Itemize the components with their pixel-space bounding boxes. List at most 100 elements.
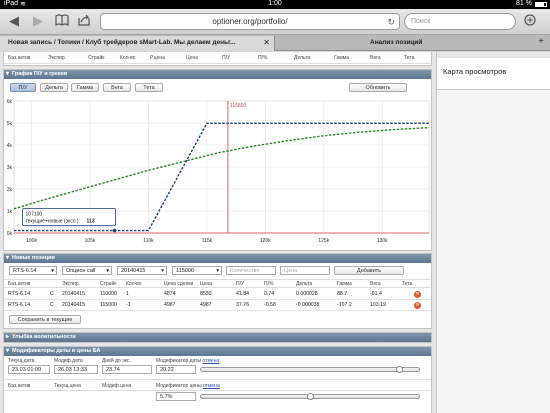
- date-reset-link[interactable]: отмена: [203, 358, 220, 364]
- chevron-down-icon: ▾: [106, 268, 109, 274]
- positions-table-body: RTS-6.14 C 20140415 110000 1 4874 8530 41.84 0.7…: [4, 289, 431, 311]
- column-header: Страйк: [88, 55, 105, 61]
- delete-row-icon[interactable]: ✕: [414, 291, 421, 298]
- slider-handle[interactable]: [307, 393, 314, 400]
- view-map-title: Карта просмотров: [443, 67, 507, 76]
- table-cell: -91.4: [370, 291, 382, 297]
- quantity-input[interactable]: Количество: [226, 266, 276, 275]
- y-tick-label: 5k: [7, 121, 13, 127]
- tab-position-analysis[interactable]: Анализ позиций: [362, 36, 532, 51]
- table-cell: -0.000038: [296, 302, 320, 308]
- table-row[interactable]: RTS-6.14 C 20140415 110000 1 4874 8530 41.84 0.7…: [4, 289, 431, 300]
- table-cell: RTS-6.14: [8, 291, 31, 297]
- column-header: Баз.актив: [8, 281, 31, 287]
- view-map-box: Карта просмотров: [437, 58, 550, 90]
- expiry-select[interactable]: 20140415 ▾: [117, 266, 167, 275]
- search-field[interactable]: Поиск: [404, 13, 516, 30]
- asset-select[interactable]: RTS-6.14 ▾: [9, 266, 57, 275]
- y-tick-label: 2k: [7, 187, 13, 193]
- divider: [4, 379, 431, 380]
- new-positions-panel: Новые позиции RTS-6.14 ▾ Опцион call ▾ 201…: [3, 253, 432, 329]
- share-icon[interactable]: [76, 13, 92, 29]
- delete-row-icon[interactable]: ✕: [414, 302, 421, 309]
- table-cell: 110000: [100, 291, 117, 297]
- days-to-expiry-header: Дней до экс.: [102, 358, 131, 364]
- current-price-header: Текущ.цена: [54, 383, 81, 389]
- reload-icon[interactable]: ↻: [387, 14, 395, 30]
- price-modifier-label: Модификатор цены: [156, 383, 202, 389]
- slider-handle[interactable]: [396, 366, 404, 373]
- column-header: Вега: [370, 55, 381, 61]
- panel-header[interactable]: График П/У и греков: [4, 70, 431, 79]
- quantity-placeholder: Количество: [230, 268, 260, 274]
- column-header: Тета: [402, 281, 413, 287]
- type-value: Опцион call: [66, 268, 96, 274]
- right-sidebar: Карта просмотров: [436, 52, 550, 413]
- close-tab-icon[interactable]: ✕: [263, 36, 270, 50]
- forward-icon[interactable]: ▶: [30, 13, 46, 29]
- tab-label: Анализ позиций: [370, 39, 423, 46]
- date-slider[interactable]: [200, 366, 420, 373]
- divider: [4, 390, 431, 391]
- column-header: Тета: [404, 55, 415, 61]
- reading-list-icon[interactable]: [522, 13, 538, 29]
- modified-date-field[interactable]: 26.03 13:33: [54, 365, 98, 374]
- column-header: Дельта: [294, 55, 311, 61]
- tab-delta[interactable]: Дельта: [40, 83, 68, 92]
- asset-header: Баз.актив: [8, 383, 31, 389]
- option-type-select[interactable]: Опцион call ▾: [62, 266, 112, 275]
- current-date-header: Текущ.дата: [8, 358, 35, 364]
- column-header: Вега: [370, 281, 381, 287]
- date-modifier-field[interactable]: 20.22: [156, 365, 196, 374]
- column-header: Экспир.: [62, 281, 81, 287]
- column-header: Цена: [186, 55, 199, 61]
- back-icon[interactable]: ◀: [6, 13, 22, 29]
- tab-gamma[interactable]: Гамма: [71, 83, 99, 92]
- pnl-greeks-panel: График П/У и греков П/У Дельта Гамма Вег…: [3, 69, 432, 251]
- column-header: Цена сделки: [164, 281, 194, 287]
- table-cell: 4874: [164, 291, 176, 297]
- tab-pnl[interactable]: П/У: [10, 83, 36, 92]
- add-button[interactable]: Добавить: [334, 266, 404, 275]
- table-cell: 103.19: [370, 302, 386, 308]
- chevron-down-icon: ▾: [51, 268, 54, 274]
- y-tick-label: 6k: [7, 99, 13, 105]
- y-tick-label: 0k: [7, 231, 13, 237]
- y-tick-label: 3k: [7, 165, 13, 171]
- price-slider[interactable]: [200, 393, 420, 400]
- price-modifier-field[interactable]: 5.7%: [156, 392, 196, 401]
- tooltip-point: [112, 228, 117, 233]
- price-input[interactable]: Цена: [280, 266, 330, 275]
- column-header: П/У: [236, 281, 245, 287]
- strike-select[interactable]: 115000 ▾: [172, 266, 222, 275]
- panel-header[interactable]: Новые позиции: [4, 254, 431, 263]
- modified-price-header: Модиф.цена: [102, 383, 132, 389]
- tab-theta[interactable]: Тета: [135, 83, 163, 92]
- save-to-current-button[interactable]: Сохранить в текущие: [9, 315, 81, 324]
- column-header: Баз.актив: [8, 55, 31, 61]
- table-cell: 4987: [200, 302, 212, 308]
- refresh-button[interactable]: Обновить: [349, 83, 407, 92]
- table-cell: -1: [126, 302, 131, 308]
- tab-vega[interactable]: Вега: [103, 83, 131, 92]
- current-positions-table: Баз.актив Экспир. Страйк Кол-во Р.цена Цена П/…: [3, 52, 432, 66]
- new-tab-icon[interactable]: +: [538, 36, 544, 47]
- tooltip-value: 113: [87, 219, 95, 225]
- battery-icon: [535, 2, 547, 7]
- price-reset-link[interactable]: отмена: [203, 383, 220, 389]
- table-header: Баз.актив Экспир. Страйк Кол-во Р.цена Цена П/…: [4, 52, 431, 64]
- column-header: Экспир.: [48, 55, 67, 61]
- table-cell: 20140415: [62, 291, 86, 297]
- table-row[interactable]: RTS-6.14 C 20140415 115000 -1 4987 4987 37.76 -0…: [4, 300, 431, 311]
- chevron-down-icon: ▾: [216, 268, 219, 274]
- address-bar[interactable]: optioner.org/portfolio/ ↻: [100, 13, 400, 30]
- pnl-chart[interactable]: 100k 105k 110k 115k 120k 125k 130k 0k 1k 2k 3k 4k 5k…: [4, 95, 431, 250]
- column-header: Кол-во: [120, 55, 136, 61]
- modifiers-panel: Модификаторы даты и цены БА Текущ.дата М…: [3, 346, 432, 413]
- tab-smartlab[interactable]: Новая запись / Топики / Клуб трейдеров s…: [0, 36, 275, 51]
- panel-header[interactable]: Улыбка волатильности: [4, 333, 431, 342]
- column-header: Гамма: [337, 281, 352, 287]
- panel-header[interactable]: Модификаторы даты и цены БА: [4, 347, 431, 356]
- days-to-expiry-field: 23.74: [102, 365, 152, 374]
- bookmarks-icon[interactable]: [54, 13, 70, 29]
